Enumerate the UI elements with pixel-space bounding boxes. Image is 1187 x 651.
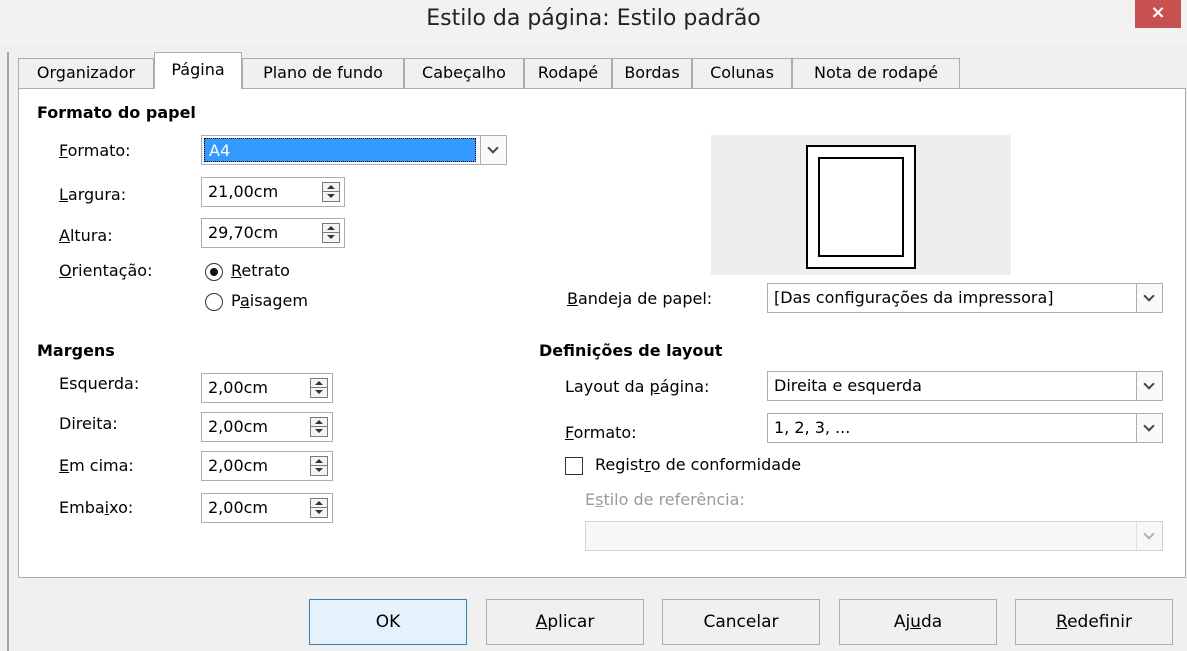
paper-format-select[interactable]: A4 (201, 135, 507, 165)
reference-style-select (585, 521, 1163, 551)
page-layout-value: Direita e esquerda (774, 376, 922, 395)
portrait-label[interactable]: Retrato (231, 261, 290, 280)
tab-cabecalho[interactable]: Cabeçalho (404, 58, 524, 88)
chevron-down-icon (1143, 290, 1155, 302)
chevron-down-icon (487, 142, 499, 154)
margin-right-spinbox[interactable]: 2,00cm (201, 412, 333, 442)
margin-bottom-label: Embaixo: (59, 498, 134, 517)
ok-button[interactable]: OK (309, 599, 467, 645)
margin-left-stepper[interactable] (310, 378, 328, 398)
tab-colunas[interactable]: Colunas (692, 58, 792, 88)
margins-heading: Margens (37, 341, 115, 360)
tab-organizador[interactable]: Organizador (18, 58, 154, 88)
chevron-down-icon (1143, 528, 1155, 540)
arrow-down-icon (315, 468, 323, 472)
window-edge (7, 52, 9, 651)
register-true-label[interactable]: Registro de conformidade (595, 455, 801, 474)
register-true-checkbox[interactable] (565, 457, 583, 475)
arrow-up-icon (315, 420, 323, 424)
paper-tray-select[interactable]: [Das configurações da impressora] (767, 283, 1163, 313)
margin-top-value: 2,00cm (208, 456, 269, 475)
arrow-down-icon (327, 235, 335, 239)
margin-right-label: Direita: (59, 414, 118, 433)
page-layout-label: Layout da página: (565, 377, 710, 396)
arrow-up-icon (327, 185, 335, 189)
page-preview (711, 135, 1011, 275)
numbering-format-label: Formato: (565, 423, 637, 442)
margin-right-value: 2,00cm (208, 417, 269, 436)
paper-format-value: A4 (209, 141, 231, 160)
paper-tray-dropdown-button[interactable] (1136, 284, 1162, 312)
numbering-format-dropdown-button[interactable] (1136, 414, 1162, 442)
chevron-down-icon (1143, 378, 1155, 390)
paper-format-heading: Formato do papel (37, 103, 196, 122)
portrait-radio[interactable] (205, 263, 223, 281)
cancel-button[interactable]: Cancelar (662, 599, 820, 645)
height-spinbox[interactable]: 29,70cm (201, 218, 345, 248)
tab-rodape[interactable]: Rodapé (524, 58, 612, 88)
width-value: 21,00cm (208, 182, 279, 201)
reference-style-label: Estilo de referência: (585, 490, 745, 509)
tab-pagina[interactable]: Página (154, 52, 242, 89)
height-value: 29,70cm (208, 223, 279, 242)
margin-top-label: Em cima: (59, 456, 134, 475)
arrow-down-icon (315, 390, 323, 394)
arrow-down-icon (315, 510, 323, 514)
height-label: Altura: (59, 226, 113, 245)
tab-bordas[interactable]: Bordas (612, 58, 692, 88)
close-button[interactable]: × (1135, 0, 1181, 28)
paper-tray-value: [Das configurações da impressora] (774, 288, 1054, 307)
reference-style-dropdown-button (1136, 522, 1162, 550)
margin-left-label: Esquerda: (59, 374, 140, 393)
numbering-format-select[interactable]: 1, 2, 3, ... (767, 413, 1163, 443)
page-layout-dropdown-button[interactable] (1136, 372, 1162, 400)
width-stepper[interactable] (322, 182, 340, 202)
page-layout-select[interactable]: Direita e esquerda (767, 371, 1163, 401)
margin-bottom-value: 2,00cm (208, 498, 269, 517)
margin-left-spinbox[interactable]: 2,00cm (201, 373, 333, 403)
page-tab-panel: Formato do papel Formato: A4 Largura: 21… (18, 88, 1186, 578)
window-title: Estilo da página: Estilo padrão (426, 6, 761, 31)
width-label: Largura: (59, 185, 127, 204)
format-label: Formato: (59, 141, 131, 160)
page-preview-outline (806, 145, 916, 269)
arrow-down-icon (315, 429, 323, 433)
height-stepper[interactable] (322, 223, 340, 243)
orientation-label: Orientação: (59, 261, 153, 280)
arrow-up-icon (315, 381, 323, 385)
reset-button[interactable]: Redefinir (1015, 599, 1173, 645)
close-icon: × (1150, 2, 1166, 23)
arrow-up-icon (315, 459, 323, 463)
margin-left-value: 2,00cm (208, 378, 269, 397)
tab-plano-de-fundo[interactable]: Plano de fundo (242, 58, 404, 88)
margin-top-stepper[interactable] (310, 456, 328, 476)
title-bar: Estilo da página: Estilo padrão × (0, 0, 1187, 44)
arrow-up-icon (327, 226, 335, 230)
margin-top-spinbox[interactable]: 2,00cm (201, 451, 333, 481)
paper-tray-label: Bandeja de papel: (567, 289, 713, 308)
margin-right-stepper[interactable] (310, 417, 328, 437)
numbering-format-value: 1, 2, 3, ... (774, 418, 851, 437)
tab-nota-de-rodape[interactable]: Nota de rodapé (792, 58, 960, 88)
arrow-up-icon (315, 501, 323, 505)
layout-settings-heading: Definições de layout (539, 341, 723, 360)
landscape-radio[interactable] (205, 293, 223, 311)
chevron-down-icon (1143, 420, 1155, 432)
landscape-label[interactable]: Paisagem (231, 291, 308, 310)
paper-format-dropdown-button[interactable] (480, 136, 506, 164)
margin-bottom-stepper[interactable] (310, 498, 328, 518)
help-button[interactable]: Ajuda (839, 599, 997, 645)
width-spinbox[interactable]: 21,00cm (201, 177, 345, 207)
apply-button[interactable]: Aplicar (486, 599, 644, 645)
arrow-down-icon (327, 194, 335, 198)
margin-bottom-spinbox[interactable]: 2,00cm (201, 493, 333, 523)
page-preview-margins (818, 157, 904, 257)
